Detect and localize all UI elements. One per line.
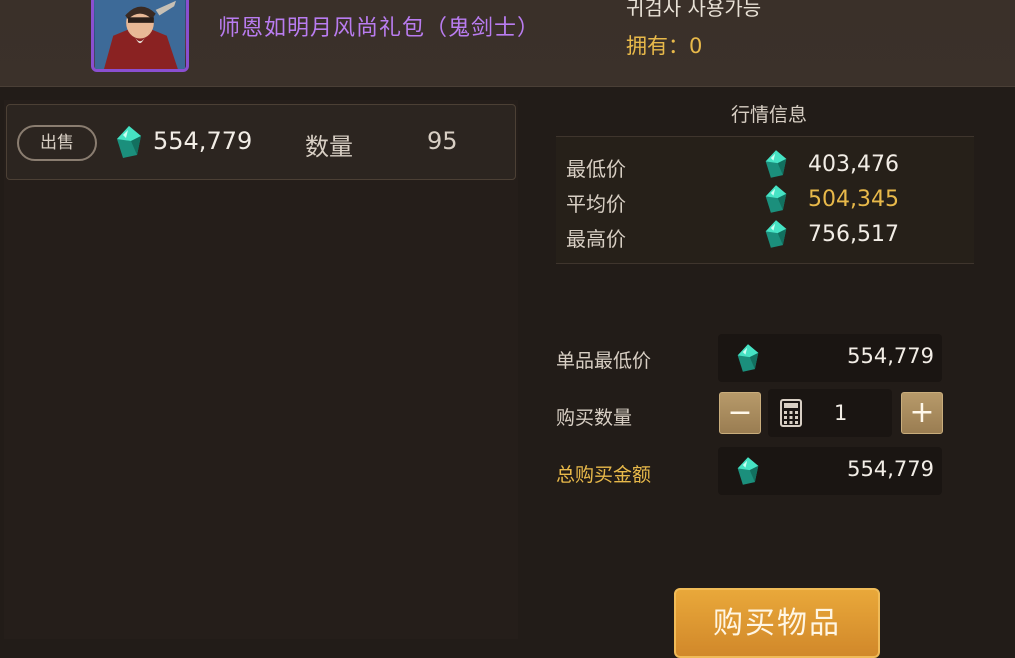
purchase-qty-input[interactable]: 1: [768, 389, 892, 437]
total-amount-label: 总购买金额: [556, 464, 652, 486]
owned-count: 拥有：0: [626, 34, 703, 58]
item-name: 师恩如明月风尚礼包（鬼剑士）: [218, 16, 541, 41]
gem-icon: [117, 126, 141, 158]
market-info-box: 最低价 403,476 平均价 504,345 最高价 756,517: [556, 136, 974, 264]
plus-button[interactable]: +: [901, 392, 943, 434]
calculator-icon[interactable]: [780, 399, 802, 427]
gem-icon: [765, 150, 787, 178]
item-portrait: [91, 0, 189, 72]
avg-price-label: 平均价: [566, 192, 626, 216]
listing-row[interactable]: 出售 554,779 数量 95: [6, 104, 516, 180]
listing-price: 554,779: [153, 127, 253, 155]
plus-icon: +: [909, 395, 935, 430]
listing-qty: 95: [427, 127, 458, 155]
gem-icon: [737, 457, 759, 485]
market-info-title: 行情信息: [730, 104, 807, 126]
total-amount-value: 554,779: [847, 457, 934, 481]
max-price-label: 最高价: [566, 227, 626, 251]
gem-icon: [737, 344, 759, 372]
minus-button[interactable]: −: [719, 392, 761, 434]
unit-min-price-value: 554,779: [847, 344, 934, 368]
listing-panel: [4, 100, 518, 639]
purchase-qty-value: 1: [834, 401, 848, 425]
purchase-qty-label: 购买数量: [556, 407, 633, 429]
min-price-label: 最低价: [566, 157, 626, 181]
listing-qty-label: 数量: [305, 133, 353, 161]
avg-price-value: 504,345: [808, 187, 899, 212]
gem-icon: [765, 220, 787, 248]
total-amount-field: 554,779: [718, 447, 942, 495]
buy-item-button[interactable]: 购买物品: [674, 588, 880, 658]
min-price-value: 403,476: [808, 152, 899, 177]
class-restriction: 귀검사 사용가능: [626, 0, 762, 20]
unit-min-price-field: 554,779: [718, 334, 942, 382]
max-price-value: 756,517: [808, 222, 899, 247]
item-header: 师恩如明月风尚礼包（鬼剑士） 귀검사 사용가능 拥有：0: [0, 0, 1015, 87]
sell-badge: 出售: [17, 125, 97, 161]
minus-icon: −: [727, 395, 753, 430]
gem-icon: [765, 185, 787, 213]
unit-min-price-label: 单品最低价: [556, 350, 652, 372]
